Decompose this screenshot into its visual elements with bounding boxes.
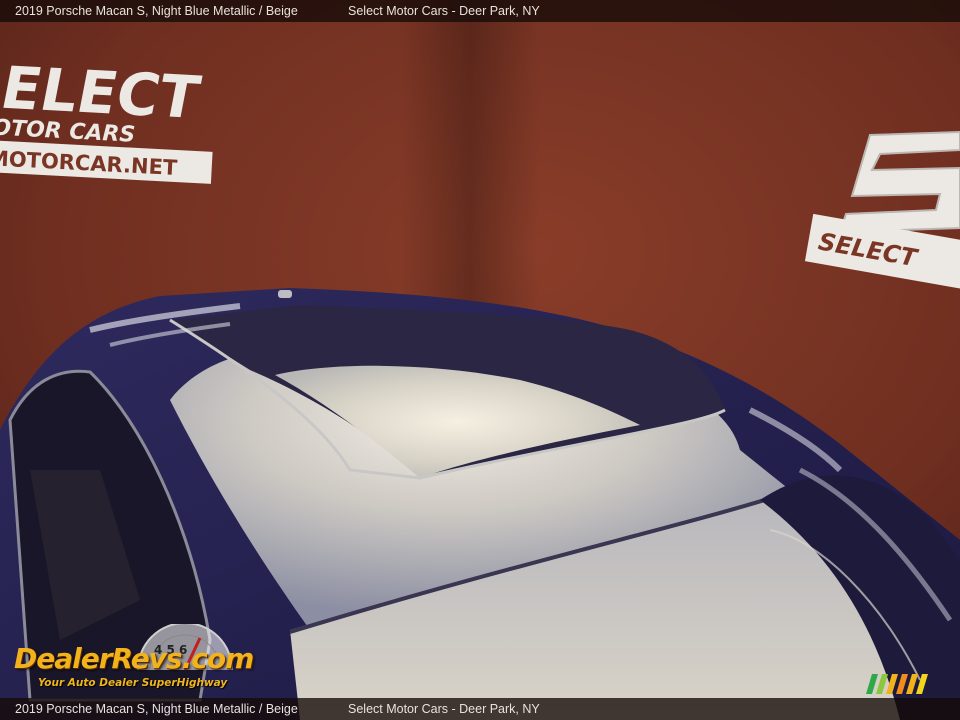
watermark-tagline: Your Auto Dealer SuperHighway xyxy=(38,677,228,689)
car-photo: SELECT MOTOR CARS MOTORCAR.NET SELECT xyxy=(0,0,960,720)
photo-viewer: 2019 Porsche Macan S, Night Blue Metalli… xyxy=(0,0,960,720)
bottom-caption-bar: 2019 Porsche Macan S, Night Blue Metalli… xyxy=(0,698,960,720)
wall-sign-left: SELECT MOTOR CARS MOTORCAR.NET xyxy=(0,52,213,184)
caption-dealer: Select Motor Cars - Deer Park, NY xyxy=(348,4,540,18)
dealer-watermark: 4 5 6 DealerRevs.com Your Auto Dealer Su… xyxy=(10,624,272,696)
caption-car-title: 2019 Porsche Macan S, Night Blue Metalli… xyxy=(15,4,298,18)
caption-car-title-bottom: 2019 Porsche Macan S, Night Blue Metalli… xyxy=(15,702,298,716)
caption-dealer-bottom: Select Motor Cars - Deer Park, NY xyxy=(348,702,540,716)
accent-stripes-icon xyxy=(866,674,928,694)
roof-antenna xyxy=(278,290,292,298)
watermark-brand: DealerRevs.com xyxy=(14,642,254,675)
top-caption-bar: 2019 Porsche Macan S, Night Blue Metalli… xyxy=(0,0,960,22)
